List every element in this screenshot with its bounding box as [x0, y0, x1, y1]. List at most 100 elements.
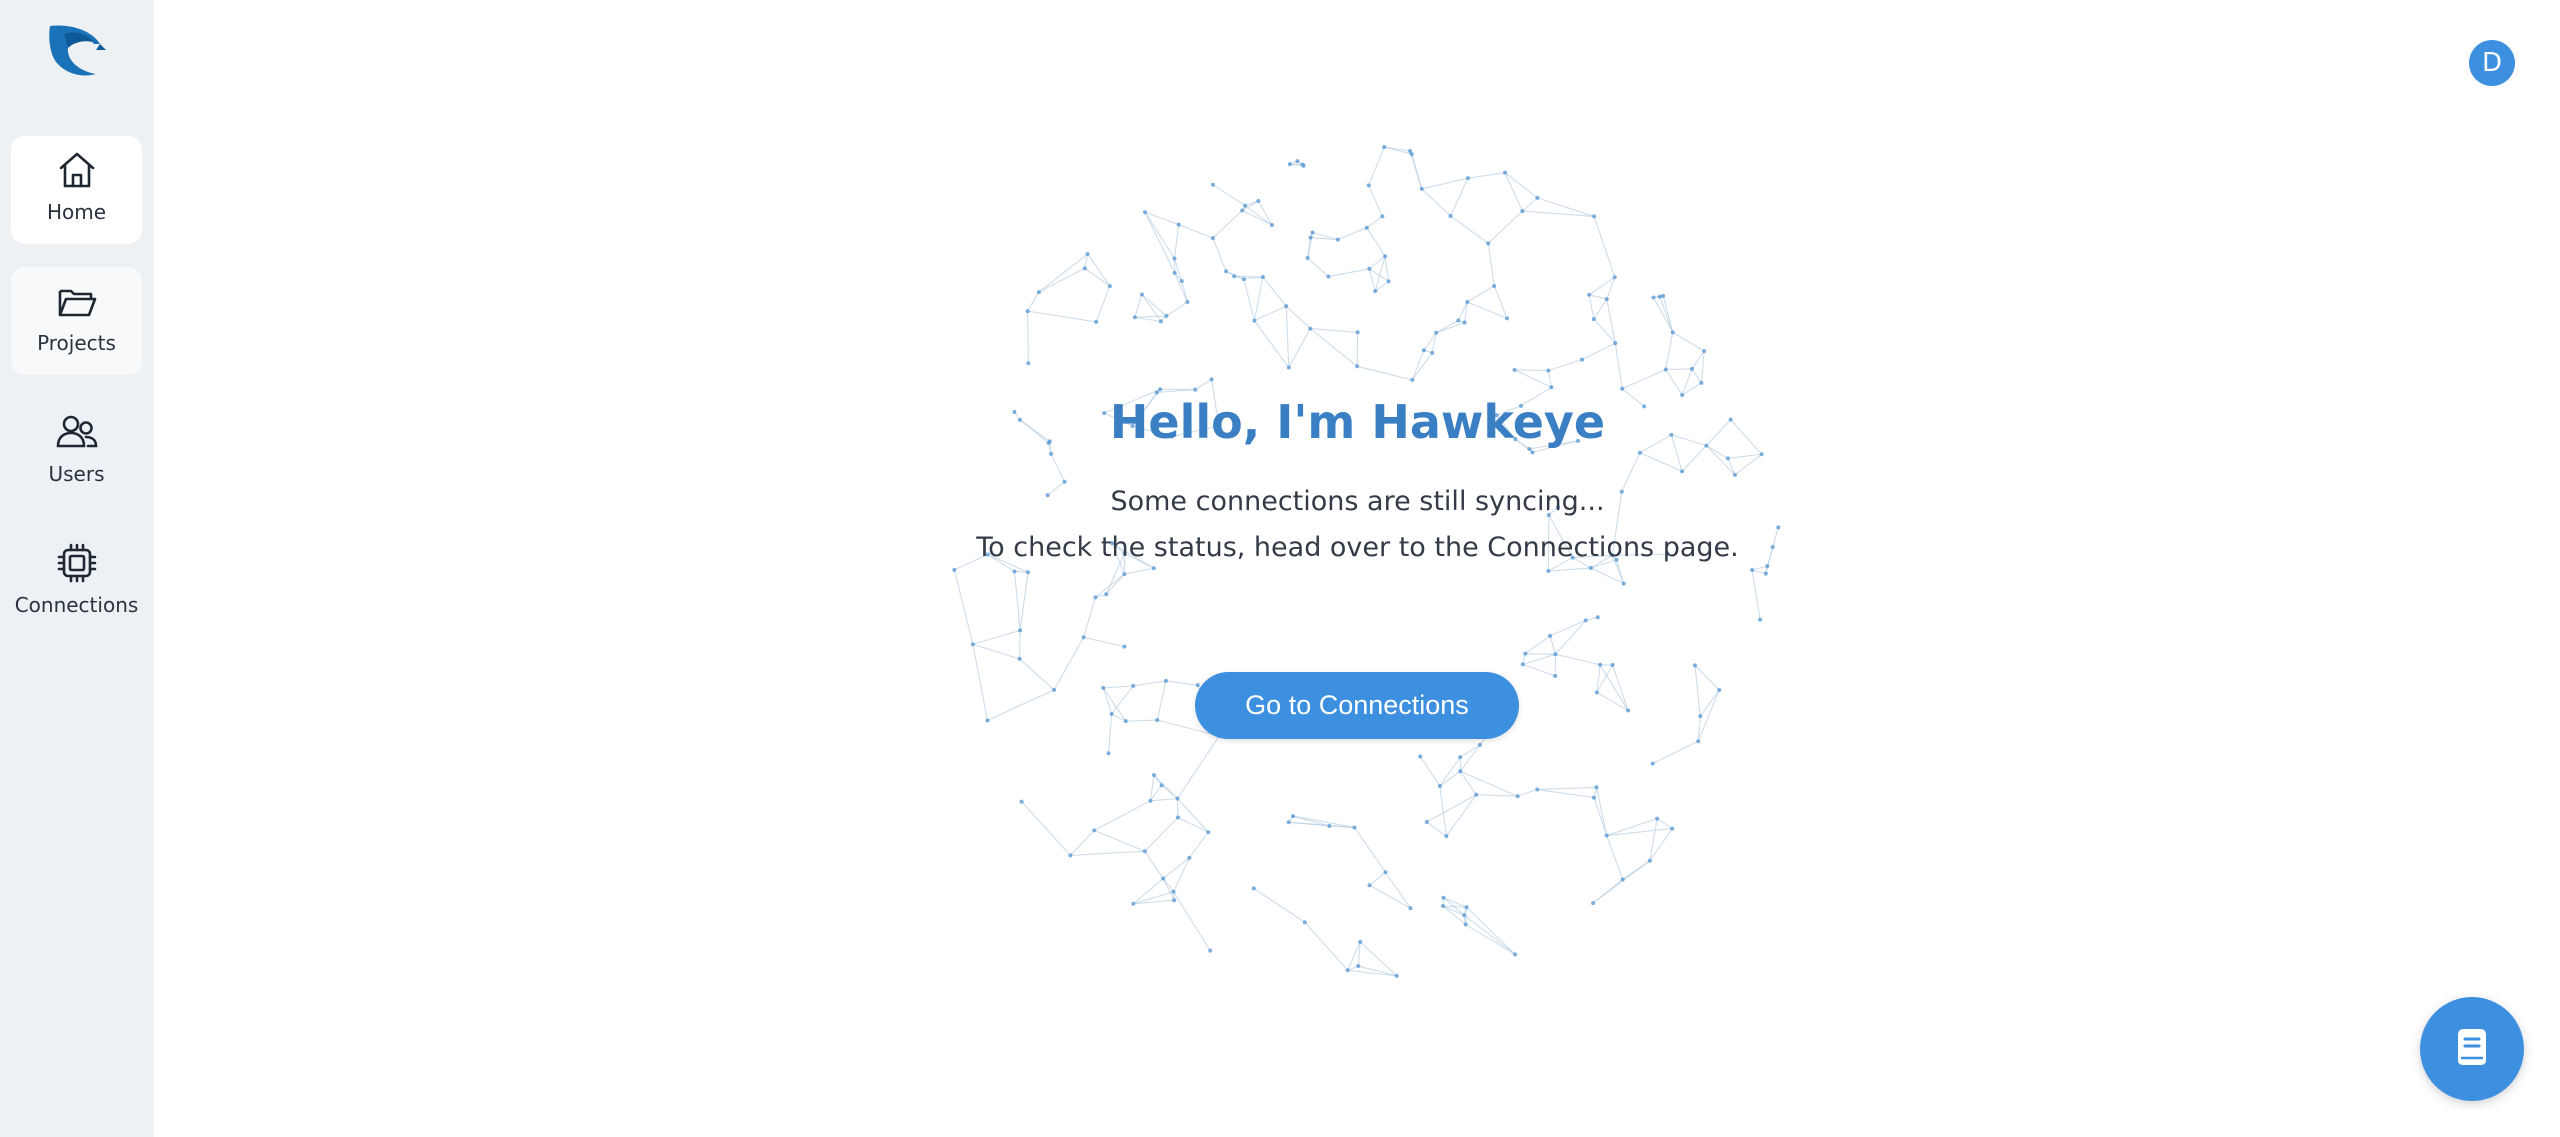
network-link [1162, 878, 1175, 901]
network-node [1513, 952, 1518, 957]
network-node [1143, 210, 1148, 215]
network-node [1421, 348, 1426, 353]
network-node [1302, 920, 1307, 925]
network-link [1124, 567, 1154, 575]
network-node [1591, 317, 1596, 322]
network-link [1173, 224, 1180, 259]
network-node [1082, 266, 1087, 271]
go-to-connections-button[interactable]: Go to Connections [1195, 672, 1519, 739]
sidebar-item-users[interactable]: Users [11, 398, 142, 506]
network-link [1548, 567, 1591, 572]
network-link [1103, 685, 1134, 689]
network-node [1364, 225, 1369, 230]
network-node [1383, 254, 1388, 259]
network-node [1107, 284, 1112, 289]
network-node [1477, 742, 1482, 747]
network-link [1144, 211, 1175, 259]
app-window: Home Projects Users Connections D Hello,… [0, 0, 2560, 1137]
network-link [1384, 256, 1390, 282]
user-avatar[interactable]: D [2469, 40, 2515, 86]
network-node [1583, 618, 1588, 623]
network-link [1134, 294, 1143, 318]
network-link [1304, 921, 1349, 971]
network-node [1394, 973, 1399, 978]
sidebar-item-home[interactable]: Home [11, 136, 142, 244]
network-link [1309, 328, 1358, 367]
network-link [1134, 316, 1161, 322]
network-node [1725, 456, 1730, 461]
network-node [1158, 387, 1163, 392]
hawk-logo-icon[interactable] [44, 20, 110, 86]
network-link [1656, 818, 1673, 830]
network-link [1593, 318, 1616, 344]
network-node [1240, 208, 1245, 213]
network-link [1212, 210, 1243, 239]
network-link [1548, 359, 1583, 372]
network-link [1466, 906, 1516, 955]
network-link [1504, 172, 1538, 199]
network-link [1021, 801, 1071, 856]
network-link [1547, 370, 1552, 388]
network-node [1553, 652, 1558, 657]
hero-subtitle-line-2: To check the status, head over to the Co… [976, 532, 1739, 563]
sidebar-item-label: Users [48, 462, 105, 486]
network-link [1141, 294, 1167, 317]
network-link [1672, 331, 1705, 352]
network-node [1657, 294, 1662, 299]
network-node [1210, 182, 1215, 187]
network-node [1424, 819, 1429, 824]
network-node [1463, 922, 1468, 927]
network-node [1269, 223, 1274, 228]
network-link [1537, 786, 1597, 791]
network-node [1295, 159, 1300, 164]
network-node [1025, 570, 1030, 575]
network-node [1535, 195, 1540, 200]
network-node [1104, 592, 1109, 597]
network-node [1595, 615, 1600, 620]
docs-fab-button[interactable] [2420, 997, 2524, 1101]
network-node [1252, 318, 1257, 323]
sidebar-item-label: Connections [14, 593, 139, 617]
network-link [1411, 352, 1433, 381]
sidebar-item-projects[interactable]: Projects [11, 267, 142, 375]
network-link [1083, 597, 1096, 638]
network-link [1514, 369, 1552, 388]
network-node [1062, 479, 1067, 484]
network-node [1587, 292, 1592, 297]
network-node [1085, 252, 1090, 257]
network-node [1241, 277, 1246, 282]
sidebar-item-connections[interactable]: Connections [11, 529, 142, 637]
network-node [1209, 377, 1214, 382]
network-node [1594, 785, 1599, 790]
network-link [1194, 378, 1212, 391]
network-node [1179, 279, 1184, 284]
network-node [1696, 739, 1701, 744]
network-node [1355, 330, 1360, 335]
network-link [972, 644, 989, 721]
network-node [1131, 683, 1136, 688]
network-link [1524, 635, 1551, 655]
network-node [1776, 525, 1781, 530]
network-link [1369, 255, 1386, 270]
network-link [1522, 663, 1556, 677]
network-link [1599, 664, 1629, 711]
network-node [1546, 569, 1551, 574]
network-link [1070, 850, 1145, 856]
network-node [1308, 235, 1313, 240]
network-link [1463, 914, 1516, 955]
network-node [1081, 635, 1086, 640]
network-link [1665, 369, 1683, 396]
network-node [1546, 368, 1551, 373]
network-node [952, 567, 957, 572]
network-node [1637, 450, 1642, 455]
network-node [1154, 390, 1159, 395]
network-node [1101, 685, 1106, 690]
network-node [1123, 719, 1128, 724]
network-link [1555, 620, 1587, 655]
network-node [1655, 816, 1660, 821]
network-node [1661, 293, 1666, 298]
network-link [1436, 321, 1465, 334]
network-link [1165, 680, 1198, 686]
network-link [1050, 453, 1066, 482]
network-link [1368, 146, 1385, 186]
